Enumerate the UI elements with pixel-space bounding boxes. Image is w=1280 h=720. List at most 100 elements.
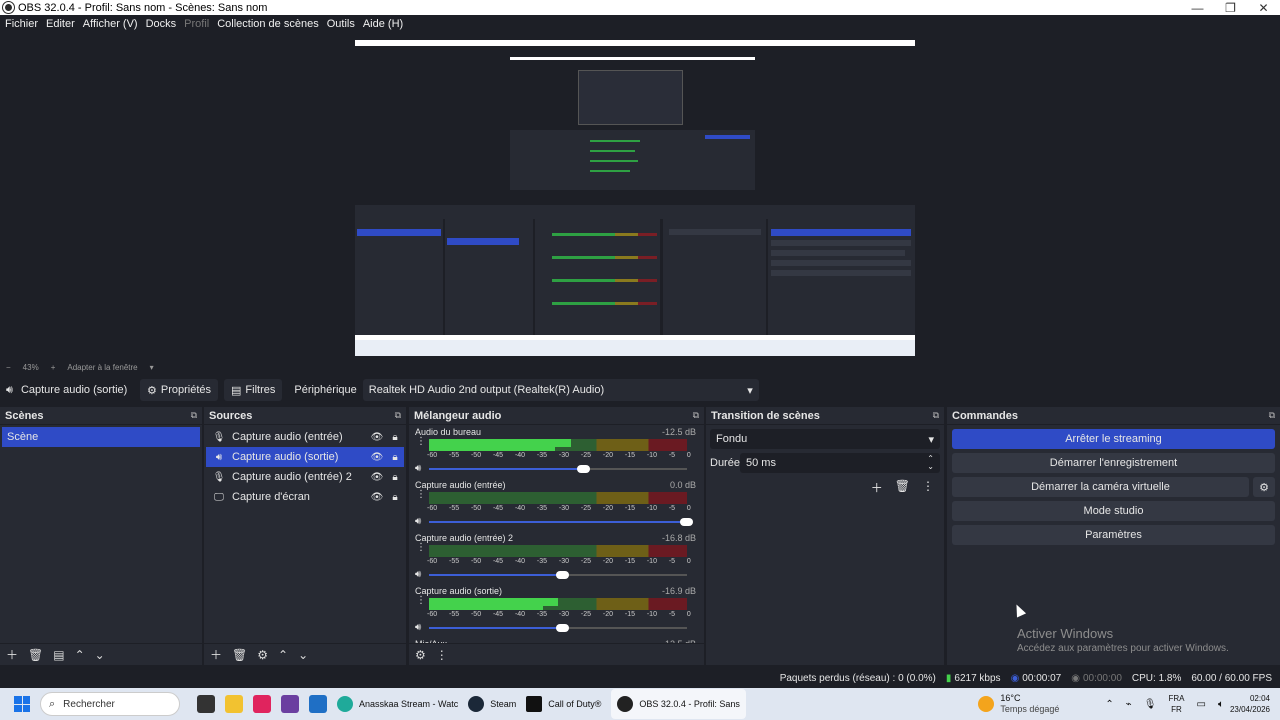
zoom-out-button[interactable]: − — [6, 363, 11, 372]
store-icon[interactable] — [309, 695, 327, 713]
duration-field[interactable]: 50 ms ⌃ ⌄ — [740, 453, 940, 473]
source-row-selected[interactable]: 🔊︎ Capture audio (sortie) 👁︎ 🔒︎ — [206, 447, 404, 467]
lock-icon[interactable]: 🔒︎ — [386, 432, 404, 443]
zoom-fit-dropdown[interactable]: Adapter à la fenêtre — [67, 363, 137, 372]
gear-icon[interactable]: ⚙ — [1253, 477, 1275, 497]
kebab-menu-icon[interactable]: ⋮ — [416, 437, 426, 447]
undock-icon[interactable]: ⧉ — [693, 410, 699, 421]
app-icon[interactable] — [281, 695, 299, 713]
studio-mode-button[interactable]: Mode studio — [952, 501, 1275, 521]
mixer-settings-icon[interactable]: ⚙ — [415, 648, 426, 662]
filters-button[interactable]: ▤ Filtres — [224, 379, 283, 401]
undock-icon[interactable]: ⧉ — [933, 410, 939, 421]
menu-collection-scenes[interactable]: Collection de scènes — [217, 18, 319, 30]
volume-slider-handle[interactable] — [556, 571, 570, 579]
chevron-up-icon[interactable]: ⌃ — [75, 648, 85, 662]
volume-slider[interactable] — [429, 465, 687, 473]
transition-select[interactable]: Fondu ▾ — [710, 429, 940, 449]
stepper-icon[interactable]: ⌃ ⌄ — [927, 455, 934, 471]
menu-editer[interactable]: Editer — [46, 18, 75, 30]
volume-icon[interactable]: 🔈︎ — [1218, 699, 1224, 710]
chevron-down-icon[interactable]: ⌄ — [298, 648, 308, 662]
tiktok-icon[interactable] — [253, 695, 271, 713]
undock-icon[interactable]: ⧉ — [395, 410, 401, 421]
volume-slider[interactable] — [429, 624, 687, 632]
stop-streaming-button[interactable]: Arrêter le streaming — [952, 429, 1275, 449]
settings-button[interactable]: Paramètres — [952, 525, 1275, 545]
lock-icon[interactable]: 🔒︎ — [386, 452, 404, 463]
source-row[interactable]: 🖵︎ Capture d'écran 👁︎ 🔒︎ — [206, 487, 404, 507]
lock-icon[interactable]: 🔒︎ — [386, 472, 404, 483]
trash-icon[interactable]: 🗑︎ — [28, 648, 43, 662]
menu-docks[interactable]: Docks — [146, 18, 177, 30]
file-explorer-icon[interactable] — [225, 695, 243, 713]
preview-area[interactable] — [0, 33, 1280, 360]
speaker-icon[interactable]: 🔊︎ — [415, 516, 421, 527]
add-icon[interactable]: ＋ — [210, 646, 222, 663]
menu-outils[interactable]: Outils — [327, 18, 355, 30]
chevron-down-icon[interactable]: ⌄ — [95, 648, 105, 662]
taskbar-app-obs[interactable]: OBS 32.0.4 - Profil: Sans — [611, 689, 746, 719]
minimize-button[interactable]: — — [1181, 1, 1214, 15]
scale-tick: -55 — [448, 505, 460, 512]
trash-icon[interactable]: 🗑︎ — [232, 648, 247, 662]
volume-slider[interactable] — [429, 571, 687, 579]
volume-slider-handle[interactable] — [556, 624, 570, 632]
taskbar-app-cod[interactable]: Call of Duty® — [526, 696, 601, 712]
kebab-menu-icon[interactable]: ⋮ — [416, 490, 426, 500]
scene-item[interactable]: Scène — [2, 427, 200, 447]
add-icon[interactable]: ＋ — [6, 646, 18, 663]
volume-slider-handle[interactable] — [680, 518, 693, 526]
undock-icon[interactable]: ⧉ — [1269, 410, 1275, 421]
mic-icon[interactable]: 🎙︎ — [1144, 699, 1157, 710]
trash-icon[interactable]: 🗑︎ — [895, 479, 910, 496]
properties-button[interactable]: ⚙ Propriétés — [140, 379, 219, 401]
windows-start-icon[interactable] — [14, 696, 30, 712]
eye-icon[interactable]: 👁︎ — [368, 492, 386, 503]
gear-icon[interactable]: ⚙ — [257, 648, 268, 662]
lock-icon[interactable]: 🔒︎ — [386, 492, 404, 503]
language-indicator[interactable]: FRA FR — [1169, 693, 1185, 715]
eye-icon[interactable]: 👁︎ — [368, 432, 386, 443]
device-select[interactable]: Realtek HD Audio 2nd output (Realtek(R) … — [362, 379, 759, 401]
clock[interactable]: 02:04 23/04/2026 — [1230, 693, 1270, 715]
source-row[interactable]: 🎙︎ Capture audio (entrée) 2 👁︎ 🔒︎ — [206, 467, 404, 487]
kebab-menu-icon[interactable]: ⋮ — [922, 479, 934, 496]
chevron-up-icon[interactable]: ⌃ — [278, 648, 288, 662]
chevron-down-icon[interactable]: ▾ — [150, 363, 154, 372]
weather-widget[interactable]: 16°C Temps dégagé — [978, 693, 1059, 715]
task-view-icon[interactable] — [197, 695, 215, 713]
menu-aide[interactable]: Aide (H) — [363, 18, 403, 30]
menu-afficher[interactable]: Afficher (V) — [83, 18, 138, 30]
speaker-icon[interactable]: 🔊︎ — [415, 463, 421, 474]
zoom-in-button[interactable]: + — [51, 363, 56, 372]
speaker-icon[interactable]: 🔊︎ — [415, 569, 421, 580]
source-label: Capture audio (sortie) — [232, 451, 339, 463]
kebab-menu-icon[interactable]: ⋮ — [436, 648, 448, 662]
taskbar-app-edge[interactable]: Anasskaa Stream - Watc — [337, 696, 458, 712]
display-icon[interactable]: ▭ — [1197, 699, 1206, 710]
volume-slider-handle[interactable] — [576, 465, 590, 473]
taskbar-search[interactable]: ⌕ Rechercher — [40, 692, 180, 716]
start-virtual-camera-button[interactable]: Démarrer la caméra virtuelle — [952, 477, 1249, 497]
kebab-menu-icon[interactable]: ⋮ — [416, 543, 426, 553]
speaker-icon[interactable]: 🔊︎ — [415, 622, 421, 633]
volume-slider[interactable] — [429, 518, 693, 526]
network-icon[interactable]: ⌁ — [1126, 699, 1132, 710]
preview-canvas[interactable] — [355, 40, 915, 356]
filter-icon[interactable]: ▤ — [53, 648, 64, 662]
chevron-up-icon[interactable]: ⌃ — [1105, 699, 1113, 710]
eye-icon[interactable]: 👁︎ — [368, 472, 386, 483]
menu-fichier[interactable]: Fichier — [5, 18, 38, 30]
start-recording-button[interactable]: Démarrer l'enregistrement — [952, 453, 1275, 473]
add-icon[interactable]: ＋ — [871, 479, 883, 496]
eye-icon[interactable]: 👁︎ — [368, 452, 386, 463]
taskbar-app-steam[interactable]: Steam — [468, 696, 516, 712]
scale-tick: 0 — [686, 611, 691, 618]
maximize-button[interactable]: ❐ — [1214, 1, 1247, 15]
close-button[interactable]: ✕ — [1247, 1, 1280, 15]
source-row[interactable]: 🎙︎ Capture audio (entrée) 👁︎ 🔒︎ — [206, 427, 404, 447]
kebab-menu-icon[interactable]: ⋮ — [416, 596, 426, 606]
undock-icon[interactable]: ⧉ — [191, 410, 197, 421]
menu-profil[interactable]: Profil — [184, 18, 209, 30]
